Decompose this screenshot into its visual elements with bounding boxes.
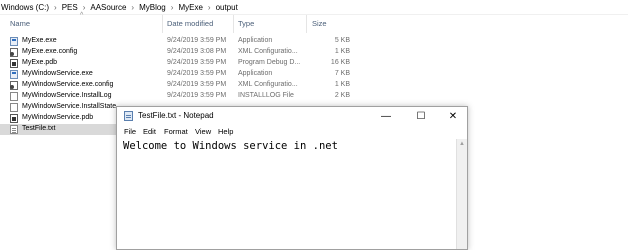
file-date: 9/24/2019 3:59 PM [167,81,227,88]
column-divider[interactable] [233,15,234,33]
notepad-text-area[interactable]: Welcome to Windows service in .net [119,139,456,249]
notepad-title: TestFile.txt - Notepad [138,111,214,120]
file-date: 9/24/2019 3:08 PM [167,48,227,55]
file-size: 1 KB [334,48,350,55]
menu-view[interactable]: View [195,127,211,136]
document-text: Welcome to Windows service in .net [123,140,338,152]
file-row[interactable]: MyExe.exe 9/24/2019 3:59 PM Application … [0,36,360,47]
notepad-title-bar[interactable]: TestFile.txt - Notepad — ☐ ✕ [117,107,467,125]
file-size: 5 KB [334,37,350,44]
breadcrumb-separator-icon: › [207,2,211,12]
vertical-scrollbar[interactable]: ▲ [456,139,467,249]
column-divider[interactable] [162,15,163,33]
breadcrumb-separator-icon: › [82,2,86,12]
file-name: MyWindowService.pdb [22,114,94,121]
file-row[interactable]: MyExe.pdb 9/24/2019 3:59 PM Program Debu… [0,58,360,69]
scroll-up-arrow-icon[interactable]: ▲ [459,141,465,147]
file-name: MyWindowService.InstallLog [22,92,112,99]
breadcrumb-separator-icon: › [170,2,174,12]
sort-ascending-icon: ^ [80,12,84,19]
notepad-window: TestFile.txt - Notepad — ☐ ✕ File Edit F… [116,106,468,250]
breadcrumb-separator-icon: › [131,2,135,12]
column-header-size[interactable]: Size [312,19,327,28]
file-size: 16 KB [330,59,350,66]
column-header-name[interactable]: Name [10,19,30,28]
menu-format[interactable]: Format [164,127,188,136]
txt-icon [10,125,18,134]
maximize-button[interactable]: ☐ [405,107,437,125]
file-name: MyExe.exe.config [22,48,78,55]
menu-edit[interactable]: Edit [143,127,156,136]
log-icon [10,92,18,101]
breadcrumb-separator-icon: › [54,2,57,12]
file-type: Application [238,70,273,77]
column-header-date-modified[interactable]: Date modified [167,19,213,28]
log-icon [10,103,18,112]
pdb-icon [10,114,18,123]
menu-file[interactable]: File [124,127,136,136]
file-name: MyWindowService.exe.config [22,81,114,88]
pdb-icon [10,59,18,68]
file-row[interactable]: MyWindowService.exe.config 9/24/2019 3:5… [0,80,360,91]
column-divider[interactable] [306,15,307,33]
notepad-icon [124,111,133,121]
file-date: 9/24/2019 3:59 PM [167,37,227,44]
file-date: 9/24/2019 3:59 PM [167,92,227,99]
close-button[interactable]: ✕ [437,107,469,125]
file-name: MyExe.exe [22,37,57,44]
file-row[interactable]: MyWindowService.InstallLog 9/24/2019 3:5… [0,91,360,102]
config-icon [10,48,18,57]
file-name: MyWindowService.InstallState [22,103,117,110]
column-header-type[interactable]: Type [238,19,254,28]
file-row[interactable]: MyExe.exe.config 9/24/2019 3:08 PM XML C… [0,47,360,58]
file-type: XML Configuratio... [238,81,298,88]
breadcrumb-output[interactable]: output [215,3,239,12]
exe-icon [10,70,18,79]
file-row-selected[interactable]: TestFile.txt [0,124,116,135]
notepad-menu-bar: File Edit Format View Help [117,125,467,139]
file-type: Program Debug D... [238,59,301,66]
breadcrumb-drive[interactable]: Windows (C:) [0,3,50,12]
file-row[interactable]: MyWindowService.exe 9/24/2019 3:59 PM Ap… [0,69,360,80]
file-size: 7 KB [334,70,350,77]
config-icon [10,81,18,90]
file-name: TestFile.txt [22,125,56,132]
menu-help[interactable]: Help [218,127,233,136]
breadcrumb-aasource[interactable]: AASource [89,3,127,12]
file-type: Application [238,37,273,44]
file-name: MyExe.pdb [22,59,58,66]
file-size: 1 KB [334,81,350,88]
breadcrumb-pes[interactable]: PES [61,3,79,12]
file-name: MyWindowService.exe [22,70,93,77]
file-date: 9/24/2019 3:59 PM [167,59,227,66]
breadcrumb-myblog[interactable]: MyBlog [138,3,167,12]
exe-icon [10,37,18,46]
minimize-button[interactable]: — [370,107,402,125]
file-type: XML Configuratio... [238,48,298,55]
file-date: 9/24/2019 3:59 PM [167,70,227,77]
column-header-row: ^ Name Date modified Type Size [0,12,628,34]
file-size: 2 KB [334,92,350,99]
breadcrumb-myexe[interactable]: MyExe [177,3,203,12]
file-type: INSTALLLOG File [238,92,294,99]
